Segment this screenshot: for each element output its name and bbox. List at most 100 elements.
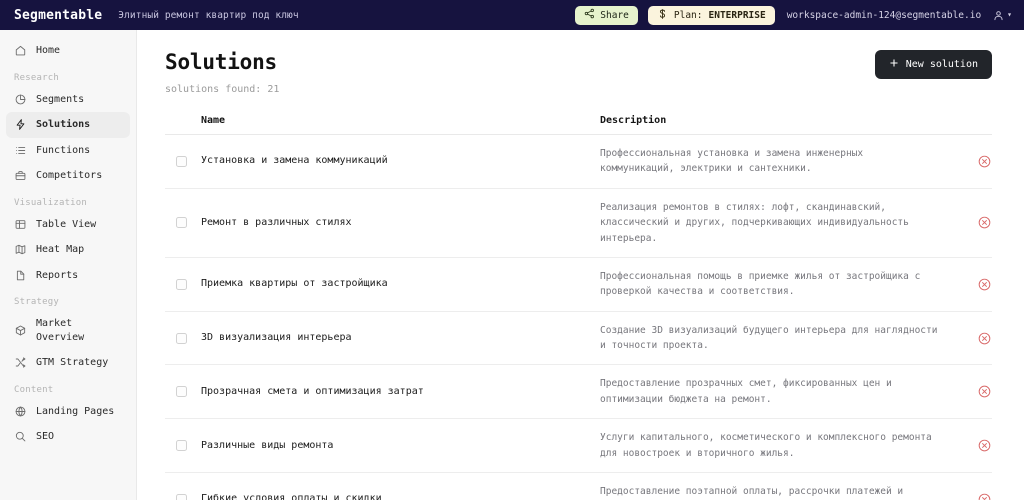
delete-row-button[interactable]: [977, 277, 992, 292]
solutions-table: Name Description Установка и замена комм…: [165, 115, 992, 500]
sidebar-item-label: Table View: [36, 218, 97, 230]
main-content: Solutions solutions found: 21 New soluti…: [137, 30, 1024, 500]
solution-name: Гибкие условия оплаты и скидки: [201, 493, 382, 500]
sidebar-item-label: Landing Pages: [36, 405, 115, 417]
pie-chart-icon: [14, 93, 27, 106]
delete-row-button[interactable]: [977, 384, 992, 399]
sidebar-item-label: Solutions: [36, 119, 91, 130]
row-checkbox[interactable]: [176, 217, 187, 229]
sidebar-item-landing-pages[interactable]: Landing Pages: [6, 399, 130, 425]
sidebar-item-home[interactable]: Home: [6, 38, 130, 64]
solution-description: Услуги капитального, косметического и ко…: [600, 432, 932, 459]
sidebar-section-strategy: Strategy: [14, 297, 59, 307]
solution-name: 3D визуализация интерьера: [201, 332, 352, 343]
new-solution-button[interactable]: New solution: [874, 50, 992, 79]
row-checkbox[interactable]: [176, 332, 187, 344]
row-checkbox[interactable]: [176, 440, 187, 451]
solution-name: Ремонт в различных стилях: [201, 216, 352, 228]
sidebar-item-functions[interactable]: Functions: [6, 138, 130, 164]
row-checkbox[interactable]: [176, 155, 187, 167]
workspace-tagline: Элитный ремонт квартир под ключ: [118, 9, 299, 21]
sidebar-item-gtm-strategy[interactable]: GTM Strategy: [6, 350, 130, 376]
solution-description: Создание 3D визуализаций будущего интерь…: [600, 324, 938, 351]
delete-row-button[interactable]: [977, 438, 992, 453]
share-button[interactable]: Share: [575, 5, 638, 25]
globe-icon: [14, 405, 27, 418]
solution-name: Прозрачная смета и оптимизация затрат: [201, 385, 424, 397]
sidebar-section-content: Content: [14, 384, 54, 395]
sidebar-item-market-overview[interactable]: Market Overview: [6, 311, 130, 350]
row-checkbox[interactable]: [176, 386, 187, 398]
sidebar-item-label: Functions: [36, 144, 91, 156]
cube-icon: [14, 324, 27, 337]
table-row[interactable]: Приемка квартиры от застройщика Профессио…: [165, 258, 992, 312]
table-row[interactable]: Ремонт в различных стилях Реализация ремо…: [165, 189, 992, 258]
plan-name: ENTERPRISE: [708, 9, 766, 21]
delete-row-button[interactable]: [977, 331, 992, 346]
solution-name: Различные виды ремонта: [201, 439, 334, 451]
sidebar-section-visualization: Visualization: [14, 197, 88, 208]
share-button-label: Share: [600, 9, 629, 21]
column-header-description[interactable]: Description: [600, 115, 952, 126]
briefcase-icon: [14, 169, 27, 182]
table-row[interactable]: Установка и замена коммуникаций Профессио…: [165, 135, 992, 189]
column-header-actions: [952, 115, 992, 126]
search-icon: [14, 430, 27, 443]
circle-x-icon: [977, 277, 992, 292]
dollar-icon: [657, 8, 668, 23]
delete-row-button[interactable]: [977, 492, 992, 500]
plan-prefix: Plan:: [673, 9, 703, 21]
sidebar-item-label: GTM Strategy: [36, 357, 109, 368]
top-bar-actions: Share Plan: ENTERPRISE workspace-admin-1…: [575, 5, 1014, 25]
table-body: Установка и замена коммуникаций Профессио…: [165, 135, 992, 500]
sidebar-item-label: SEO: [36, 431, 55, 442]
delete-row-button[interactable]: [977, 215, 992, 230]
table-row[interactable]: Различные виды ремонта Услуги капитальног…: [165, 419, 992, 473]
sidebar-item-heat-map[interactable]: Heat Map: [6, 237, 130, 263]
column-header-name[interactable]: Name: [165, 115, 600, 126]
sidebar-item-solutions[interactable]: Solutions: [6, 112, 130, 138]
sidebar-item-segments[interactable]: Segments: [6, 87, 130, 113]
circle-x-icon: [977, 438, 992, 453]
table-row[interactable]: Гибкие условия оплаты и скидки Предоставл…: [165, 473, 992, 500]
new-solution-label: New solution: [905, 59, 978, 70]
plan-badge[interactable]: Plan: ENTERPRISE: [647, 5, 775, 25]
solution-name: Приемка квартиры от застройщика: [201, 278, 388, 290]
user-menu-button[interactable]: ▾: [993, 6, 1012, 25]
sidebar-item-label: Competitors: [36, 170, 103, 181]
solution-description: Предоставление прозрачных смет, фиксиров…: [600, 378, 892, 405]
share-nodes-icon: [584, 8, 595, 22]
sidebar-item-label: Segments: [36, 93, 85, 105]
page-header: Solutions solutions found: 21 New soluti…: [165, 50, 992, 95]
table-row[interactable]: Прозрачная смета и оптимизация затрат Пре…: [165, 365, 992, 420]
delete-row-button[interactable]: [977, 154, 992, 169]
solution-description: Предоставление поэтапной оплаты, рассроч…: [600, 485, 904, 497]
list-icon: [14, 144, 27, 157]
page-title: Solutions: [165, 50, 277, 74]
app-logo[interactable]: Segmentable: [14, 8, 102, 23]
table-header-row: Name Description: [165, 115, 992, 135]
top-bar: Segmentable Элитный ремонт квартир под к…: [0, 0, 1024, 30]
sidebar-item-label: Home: [36, 45, 61, 56]
chevron-down-icon: ▾: [1007, 10, 1012, 19]
sidebar-item-seo[interactable]: SEO: [6, 424, 130, 450]
solution-name: Установка и замена коммуникаций: [201, 155, 388, 167]
circle-x-icon: [977, 384, 992, 399]
solution-description: Профессиональная помощь в приемке жилья …: [600, 270, 921, 298]
sidebar-item-competitors[interactable]: Competitors: [6, 163, 130, 189]
sidebar-item-label: Heat Map: [36, 244, 85, 255]
sidebar-item-reports[interactable]: Reports: [6, 263, 130, 289]
circle-x-icon: [977, 331, 992, 346]
plus-icon: [889, 58, 899, 71]
sidebar-item-table-view[interactable]: Table View: [6, 212, 130, 238]
sidebar: Home Research Segments Solutions Functions Co…: [0, 30, 137, 500]
circle-x-icon: [977, 492, 992, 500]
row-checkbox[interactable]: [176, 493, 187, 500]
home-icon: [14, 44, 27, 57]
results-count: solutions found: 21: [165, 84, 280, 95]
solution-description: Профессиональная установка и замена инже…: [600, 148, 864, 175]
row-checkbox[interactable]: [176, 278, 187, 290]
table-icon: [14, 218, 27, 231]
sidebar-item-label: Reports: [36, 269, 79, 281]
table-row[interactable]: 3D визуализация интерьера Создание 3D виз…: [165, 312, 992, 366]
